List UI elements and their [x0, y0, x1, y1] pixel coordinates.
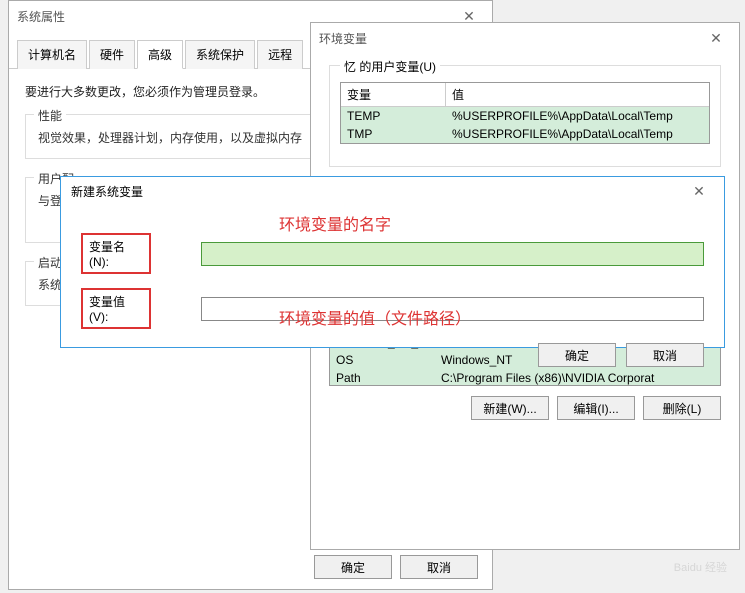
- watermark: Baidu 经验: [674, 559, 727, 575]
- cell-name: TEMP: [341, 107, 446, 125]
- table-header: 变量 值: [341, 83, 709, 107]
- sysprops-title: 系统属性: [17, 8, 65, 25]
- new-button[interactable]: 新建(W)...: [471, 396, 549, 420]
- delete-button[interactable]: 删除(L): [643, 396, 721, 420]
- cell-value: %USERPROFILE%\AppData\Local\Temp: [446, 125, 709, 143]
- ok-button[interactable]: 确定: [538, 343, 616, 367]
- annotation-value: 环境变量的值（文件路径）: [279, 305, 471, 329]
- tab-advanced[interactable]: 高级: [137, 40, 183, 69]
- sysprops-buttons: 确定 取消: [314, 555, 478, 579]
- cell-value: %USERPROFILE%\AppData\Local\Temp: [446, 107, 709, 125]
- envvars-title: 环境变量: [319, 30, 367, 47]
- ok-button[interactable]: 确定: [314, 555, 392, 579]
- variable-name-label: 变量名(N):: [81, 233, 151, 274]
- annotation-name: 环境变量的名字: [279, 211, 391, 235]
- newvar-title: 新建系统变量: [71, 183, 143, 200]
- table-row[interactable]: TMP%USERPROFILE%\AppData\Local\Temp: [341, 125, 709, 143]
- col-value: 值: [446, 83, 709, 106]
- newvar-titlebar: 新建系统变量 ✕: [61, 177, 724, 205]
- name-row: 变量名(N):: [81, 233, 704, 274]
- user-rows: TEMP%USERPROFILE%\AppData\Local\TempTMP%…: [341, 107, 709, 143]
- cancel-button[interactable]: 取消: [400, 555, 478, 579]
- cancel-button[interactable]: 取消: [626, 343, 704, 367]
- performance-label: 性能: [34, 107, 66, 124]
- cell-name: TMP: [341, 125, 446, 143]
- table-row[interactable]: TEMP%USERPROFILE%\AppData\Local\Temp: [341, 107, 709, 125]
- edit-button[interactable]: 编辑(I)...: [557, 396, 635, 420]
- newvar-buttons: 确定 取消: [81, 343, 704, 367]
- tab-computer-name[interactable]: 计算机名: [17, 40, 87, 69]
- tab-system-protection[interactable]: 系统保护: [185, 40, 255, 69]
- tab-hardware[interactable]: 硬件: [89, 40, 135, 69]
- variable-name-input[interactable]: [201, 242, 704, 266]
- tab-remote[interactable]: 远程: [257, 40, 303, 69]
- newvar-body: 变量名(N): 变量值(V): 确定 取消: [61, 205, 724, 381]
- envvars-titlebar: 环境变量 ✕: [311, 23, 739, 53]
- sys-vars-buttons: 新建(W)... 编辑(I)... 删除(L): [329, 396, 721, 420]
- new-system-variable-dialog: 新建系统变量 ✕ 变量名(N): 变量值(V): 确定 取消 环境变量的名字 环…: [60, 176, 725, 348]
- close-icon[interactable]: ✕: [684, 183, 714, 200]
- variable-value-label: 变量值(V):: [81, 288, 151, 329]
- user-vars-group: 忆 的用户变量(U) 变量 值 TEMP%USERPROFILE%\AppDat…: [329, 65, 721, 167]
- user-vars-label: 忆 的用户变量(U): [340, 58, 440, 75]
- close-icon[interactable]: ✕: [701, 30, 731, 47]
- user-vars-table: 变量 值 TEMP%USERPROFILE%\AppData\Local\Tem…: [340, 82, 710, 144]
- col-variable: 变量: [341, 83, 446, 106]
